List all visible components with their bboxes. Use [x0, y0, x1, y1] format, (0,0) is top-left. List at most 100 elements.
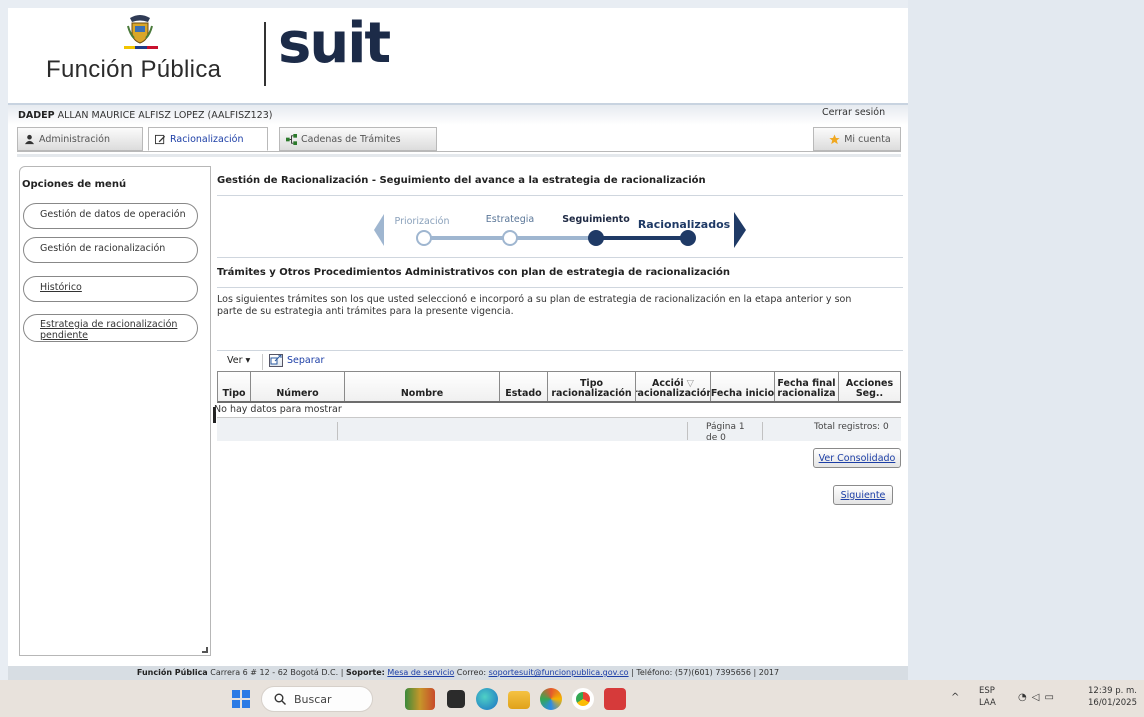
step-seguimiento-label: Seguimiento: [562, 214, 630, 225]
desktop-background: [908, 0, 1144, 680]
view-menu-label: Ver: [227, 355, 243, 366]
star-icon: [829, 133, 840, 144]
step-priorizacion-label: Priorización: [395, 216, 450, 227]
hierarchy-icon: [286, 133, 297, 145]
resize-handle[interactable]: [202, 647, 208, 653]
col-acciones-racionalizacion[interactable]: Acciói ▽ racionalización: [636, 372, 711, 401]
step-seguimiento-dot: [588, 230, 604, 246]
empty-message: No hay datos para mostrar: [214, 404, 342, 415]
search-placeholder: Buscar: [294, 692, 332, 706]
footer-phone: | Teléfono: (57)(601) 7395656 | 2017: [631, 668, 780, 677]
toolbar-separator: [262, 354, 263, 370]
menu-gestion-racionalizacion[interactable]: Gestión de racionalización: [23, 237, 198, 263]
step-estrategia-dot: [502, 230, 518, 246]
user-entity: DADEP: [18, 110, 55, 121]
tab-strip-shadow: [17, 154, 901, 157]
user-name: ALLAN MAURICE ALFISZ LOPEZ (AALFISZ123): [57, 110, 273, 121]
footer-separator: [337, 422, 338, 440]
chevron-up-icon[interactable]: ^: [951, 692, 959, 703]
tab-label: Administración: [39, 133, 111, 145]
col-fecha-inicio[interactable]: Fecha inicio: [711, 372, 775, 401]
mail-link[interactable]: soportesuit@funcionpublica.gov.co: [489, 668, 629, 677]
taskbar-search[interactable]: Buscar: [261, 686, 373, 712]
total-records: Total registros: 0: [814, 422, 889, 432]
grid-toolbar: Ver ▾ Separar: [217, 353, 903, 371]
language-indicator[interactable]: ESP LAA: [979, 685, 996, 709]
tab-racionalizacion[interactable]: Racionalización: [148, 127, 268, 151]
section-title: Trámites y Otros Procedimientos Administ…: [217, 267, 731, 278]
chevron-down-icon: ▾: [245, 355, 251, 366]
task-view-icon[interactable]: [447, 690, 465, 708]
menu-gestion-datos-operacion[interactable]: Gestión de datos de operación: [23, 203, 198, 229]
footer-address: Carrera 6 # 12 - 62 Bogotá D.C. |: [210, 668, 344, 677]
detach-button[interactable]: Separar: [269, 354, 324, 367]
logout-link[interactable]: Cerrar sesión: [822, 107, 885, 118]
col-numero[interactable]: Número: [251, 372, 345, 401]
footer-separator: [687, 422, 688, 440]
step-racionalizados-label: Racionalizados: [638, 218, 731, 231]
col-fecha-final[interactable]: Fecha final racionaliza: [775, 372, 839, 401]
user-icon: [24, 134, 35, 144]
col-tipo[interactable]: Tipo: [218, 372, 251, 401]
footer-org: Función Pública: [136, 668, 208, 677]
step-estrategia-label: Estrategia: [486, 214, 534, 225]
copilot-icon[interactable]: [540, 688, 562, 710]
footer-separator: [762, 422, 763, 440]
support-link[interactable]: Mesa de servicio: [387, 668, 454, 677]
widgets-icon[interactable]: [405, 688, 435, 710]
col-estado[interactable]: Estado: [500, 372, 548, 401]
detach-label: Separar: [287, 355, 325, 366]
col-acciones-seguimiento[interactable]: Acciones Seg..: [839, 372, 900, 401]
app-icon[interactable]: [604, 688, 626, 710]
menu-historico[interactable]: Histórico: [23, 276, 198, 302]
page-footer: Función Pública Carrera 6 # 12 - 62 Bogo…: [8, 666, 908, 680]
user-bar: DADEP ALLAN MAURICE ALFISZ LOPEZ (AALFIS…: [8, 103, 908, 125]
system-tray-icons[interactable]: ◔ ◁ ▭: [1018, 692, 1054, 703]
funcion-publica-logo: Función Pública: [46, 56, 222, 83]
pagination-info: Página 1 de 0: [706, 422, 745, 443]
step-racionalizados-dot: [680, 230, 696, 246]
siguiente-button[interactable]: Siguiente: [833, 485, 893, 505]
view-menu[interactable]: Ver ▾: [227, 355, 250, 366]
coat-of-arms-logo: [127, 15, 153, 44]
windows-start-icon[interactable]: [232, 690, 250, 708]
clock-date: 16/01/2025: [1088, 698, 1137, 708]
tab-label: Mi cuenta: [844, 133, 891, 145]
chrome-icon[interactable]: [572, 688, 594, 710]
progress-stepper: Priorización Estrategia Seguimiento Raci…: [374, 212, 746, 248]
divider: [217, 350, 903, 351]
user-info: DADEP ALLAN MAURICE ALFISZ LOPEZ (AALFIS…: [18, 110, 272, 121]
table-header: Tipo Número Nombre Estado Tipo racionaliz…: [217, 371, 901, 403]
detach-icon: [269, 354, 283, 367]
tab-administracion[interactable]: Administración: [17, 127, 143, 151]
table-footer: Página 1 de 0 Total registros: 0: [217, 417, 901, 443]
divider: [217, 195, 903, 196]
tab-cadenas-tramites[interactable]: Cadenas de Trámites: [279, 127, 437, 151]
col-nombre[interactable]: Nombre: [345, 372, 500, 401]
divider: [217, 287, 903, 288]
step-priorizacion-dot: [416, 230, 432, 246]
windows-taskbar: Buscar ^ ESP LAA ◔ ◁ ▭ 12:39 p. m. 16/01…: [0, 680, 1144, 717]
tramites-table: Tipo Número Nombre Estado Tipo racionaliz…: [213, 371, 903, 443]
tab-strip-border: [17, 151, 901, 152]
page-title: Gestión de Racionalización - Seguimiento…: [217, 175, 706, 186]
menu-estrategia-pendiente[interactable]: Estrategia de racionalización pendiente: [23, 314, 198, 342]
sidebar: Opciones de menú Gestión de datos de ope…: [19, 166, 211, 656]
suit-logo: suit: [278, 11, 391, 76]
flag-stripe: [124, 46, 158, 49]
footer-mail-label: Correo:: [456, 668, 487, 677]
sidebar-title: Opciones de menú: [22, 179, 127, 190]
clock[interactable]: 12:39 p. m. 16/01/2025: [1088, 685, 1137, 709]
section-description: Los siguientes trámites son los que uste…: [217, 294, 852, 317]
tab-mi-cuenta[interactable]: Mi cuenta: [813, 127, 901, 151]
divider: [217, 257, 903, 258]
col-tipo-racionalizacion[interactable]: Tipo racionalización: [548, 372, 636, 401]
menu-label: Estrategia de racionalización pendiente: [40, 319, 178, 341]
edge-browser-icon[interactable]: [476, 688, 498, 710]
search-icon: [274, 693, 286, 705]
file-explorer-icon[interactable]: [508, 691, 530, 709]
edit-icon: [155, 134, 166, 144]
ver-consolidado-button[interactable]: Ver Consolidado: [813, 448, 901, 468]
wifi-icon: ◔: [1018, 692, 1027, 703]
footer-support-label: Soporte:: [345, 668, 385, 677]
